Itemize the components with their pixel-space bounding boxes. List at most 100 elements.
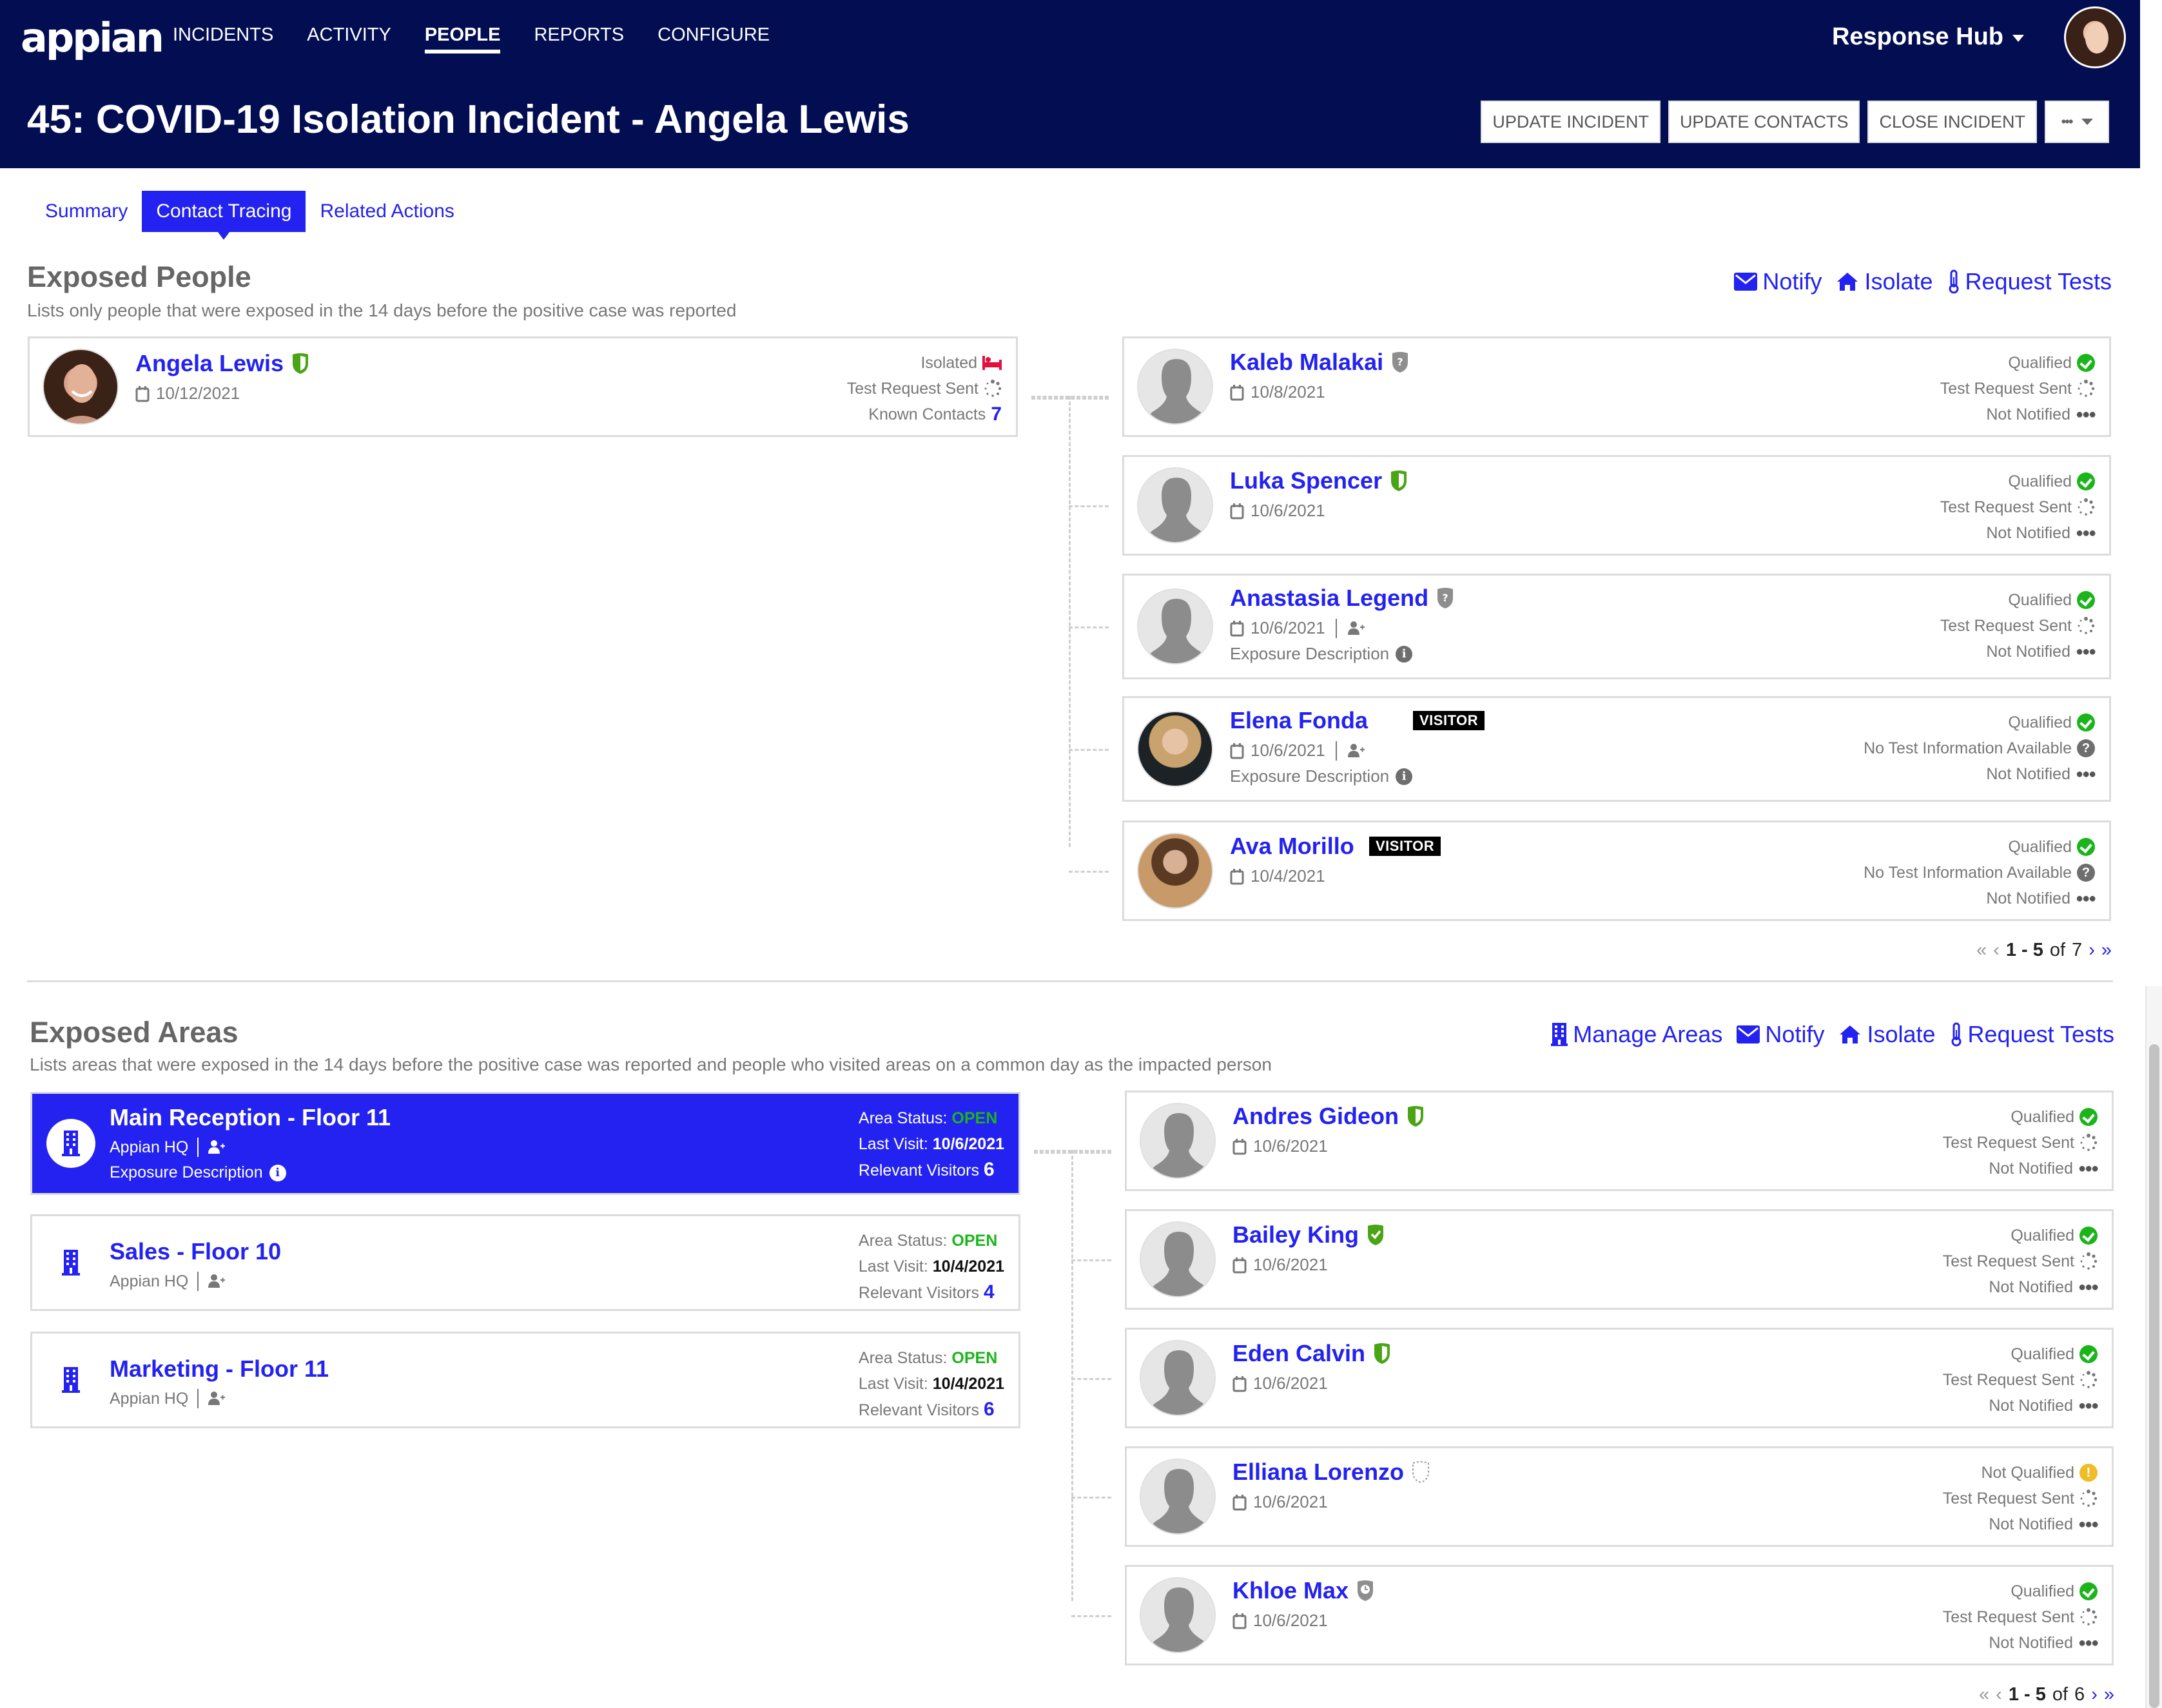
tab-summary[interactable]: Summary [31,191,142,232]
contact-card[interactable]: Luka Spencer 10/6/2021 Qualified Test Reque… [1122,455,2111,556]
contact-card[interactable]: Anastasia Legend? 10/6/2021 Exposure Descr… [1122,574,2111,679]
check-circle-icon [2079,1345,2098,1363]
manage-areas-button[interactable]: Manage Areas [1551,1021,1722,1048]
contact-name[interactable]: Elena Fonda [1230,707,1368,734]
contact-name-label: Ava Morillo [1230,833,1354,859]
notify-areas-button[interactable]: Notify [1737,1021,1824,1048]
contact-card[interactable]: Elena Fonda VISITOR 10/6/2021 Exposure Desc… [1122,696,2111,802]
avatar-face [2085,23,2108,53]
request-tests-people-button[interactable]: Request Tests [1947,268,2112,295]
contact-name-label: Elena Fonda [1230,707,1368,733]
area-name[interactable]: Sales - Floor 10 [110,1238,281,1265]
contact-name[interactable]: Kaleb Malakai? [1230,349,1409,376]
thermometer-icon [1951,1022,1962,1047]
area-card[interactable]: Marketing - Floor 11 Appian HQ Area Status… [30,1332,1020,1428]
nav-people[interactable]: PEOPLE [424,24,500,53]
next-page-icon[interactable]: › [2089,940,2095,961]
nav-activity[interactable]: ACTIVITY [307,24,391,53]
close-incident-button[interactable]: CLOSE INCIDENT [1867,101,2037,143]
date-value: 10/6/2021 [1253,1492,1328,1511]
svg-text:?: ? [1442,592,1448,604]
nav-reports[interactable]: REPORTS [534,24,624,53]
contact-card[interactable]: Ava Morillo VISITOR 10/4/2021 Qualified No T… [1122,820,2111,921]
people-pagination: « ‹ 1 - 5 of 7 › » [1976,940,2112,961]
first-page-icon[interactable]: « [1979,1684,1989,1705]
area-name[interactable]: Marketing - Floor 11 [110,1355,329,1383]
visitor-name[interactable]: Eden Calvin [1232,1340,1391,1367]
info-icon[interactable]: i [1396,645,1413,663]
notify-people-button[interactable]: Notify [1734,268,1822,295]
date-value: 10/6/2021 [1251,501,1325,520]
isolate-people-button[interactable]: Isolate [1836,268,1933,295]
info-icon[interactable]: i [1396,768,1413,785]
visitor-card[interactable]: Andres Gideon 10/6/2021 Qualified Test Requ… [1125,1091,2114,1191]
next-page-icon[interactable]: › [2091,1684,2098,1705]
relevant-visitors-count[interactable]: 6 [984,1399,995,1420]
qualification-status: Qualified [2008,354,2072,372]
default-avatar-icon [1141,1223,1214,1296]
scrollbar-thumb[interactable] [2149,1044,2159,1708]
exposure-description[interactable]: Main Reception - Floor 11Exposure Descri… [110,1163,286,1182]
last-page-icon[interactable]: » [2104,1684,2114,1705]
nav-configure[interactable]: CONFIGURE [657,24,770,53]
visitor-name[interactable]: Andres Gideon [1232,1103,1425,1130]
prev-page-icon[interactable]: ‹ [1993,940,2000,961]
contact-name[interactable]: Luka Spencer [1230,467,1408,494]
last-page-icon[interactable]: » [2101,940,2112,961]
response-hub-menu[interactable]: Response Hub [1832,23,2024,51]
exposure-description[interactable]: Exposure Description i [1230,644,1413,664]
contact-date: 10/4/2021 [1230,866,1325,886]
tab-contact-tracing[interactable]: Contact Tracing [142,191,306,240]
visitor-name[interactable]: Khloe Max [1232,1577,1374,1604]
contact-card[interactable]: Kaleb Malakai? 10/8/2021 Qualified Test Req… [1122,336,2111,437]
isolate-areas-button[interactable]: Isolate [1838,1021,1936,1048]
spinner-icon [2080,1490,2098,1507]
info-icon[interactable]: i [269,1164,286,1181]
test-status: No Test Information Available [1864,739,2072,757]
request-tests-areas-button[interactable]: Request Tests [1950,1021,2114,1048]
update-incident-button[interactable]: UPDATE INCIDENT [1481,101,1660,143]
default-avatar-icon [1141,1460,1214,1533]
prev-page-icon[interactable]: ‹ [1996,1684,2002,1705]
update-contacts-button[interactable]: UPDATE CONTACTS [1668,101,1860,143]
last-visit-label: Last Visit: [858,1375,928,1393]
source-person-card[interactable]: Angela Lewis 10/12/2021 Isolated Test Re… [28,336,1018,437]
area-card[interactable]: Main Reception - Floor 11 Appian HQ Main R… [30,1092,1020,1195]
qualification-status: Qualified [2011,1108,2074,1126]
add-user-icon [1347,621,1365,635]
connector-branch [1071,1615,1111,1617]
more-actions-button[interactable]: ••• [2045,101,2109,143]
contact-name[interactable]: Anastasia Legend? [1230,585,1454,612]
visitor-card[interactable]: Bailey King 10/6/2021 Qualified Test Reques… [1125,1209,2114,1310]
relevant-visitors-count[interactable]: 4 [984,1281,995,1303]
spinner-icon [2078,380,2095,397]
main-nav: INCIDENTS ACTIVITY PEOPLE REPORTS CONFIG… [173,24,770,53]
connector-branch [1069,505,1109,507]
exposure-description[interactable]: Exposure Description i [1230,766,1413,786]
connector-branch [1069,749,1109,751]
location-label: Appian HQ [110,1272,189,1290]
contact-name[interactable]: Ava Morillo [1230,833,1354,860]
known-contacts-count[interactable]: 7 [991,402,1002,427]
person-name[interactable]: Angela Lewis [135,350,309,377]
visitor-card[interactable]: Khloe Max 10/6/2021 Qualified Test Request … [1125,1565,2114,1665]
visitor-card[interactable]: Elliana Lorenzo 10/6/2021 Not Qualified! Te… [1125,1446,2114,1547]
visitor-name[interactable]: Elliana Lorenzo [1232,1459,1430,1486]
request-tests-label: Request Tests [1965,268,2112,295]
visitor-name[interactable]: Bailey King [1232,1221,1385,1248]
calendar-icon [1230,868,1244,884]
page-title: 45: COVID-19 Isolation Incident - Angela… [27,97,910,142]
ellipsis-icon: ●●● [2076,891,2096,906]
first-page-icon[interactable]: « [1976,940,1987,961]
appian-logo[interactable]: appian [21,14,164,61]
area-name[interactable]: Main Reception - Floor 11 [110,1104,391,1131]
nav-incidents[interactable]: INCIDENTS [173,24,273,53]
tab-related-actions[interactable]: Related Actions [306,191,468,232]
visitor-date: 10/6/2021 [1232,1611,1328,1631]
visitor-card[interactable]: Eden Calvin 10/6/2021 Qualified Test Reques… [1125,1328,2114,1428]
area-card[interactable]: Sales - Floor 10 Appian HQ Area Status: OP… [30,1214,1020,1311]
manage-areas-label: Manage Areas [1573,1021,1723,1047]
exposure-label: Exposure Description [1230,766,1390,786]
user-avatar[interactable] [2064,6,2126,68]
relevant-visitors-count[interactable]: 6 [984,1159,995,1180]
